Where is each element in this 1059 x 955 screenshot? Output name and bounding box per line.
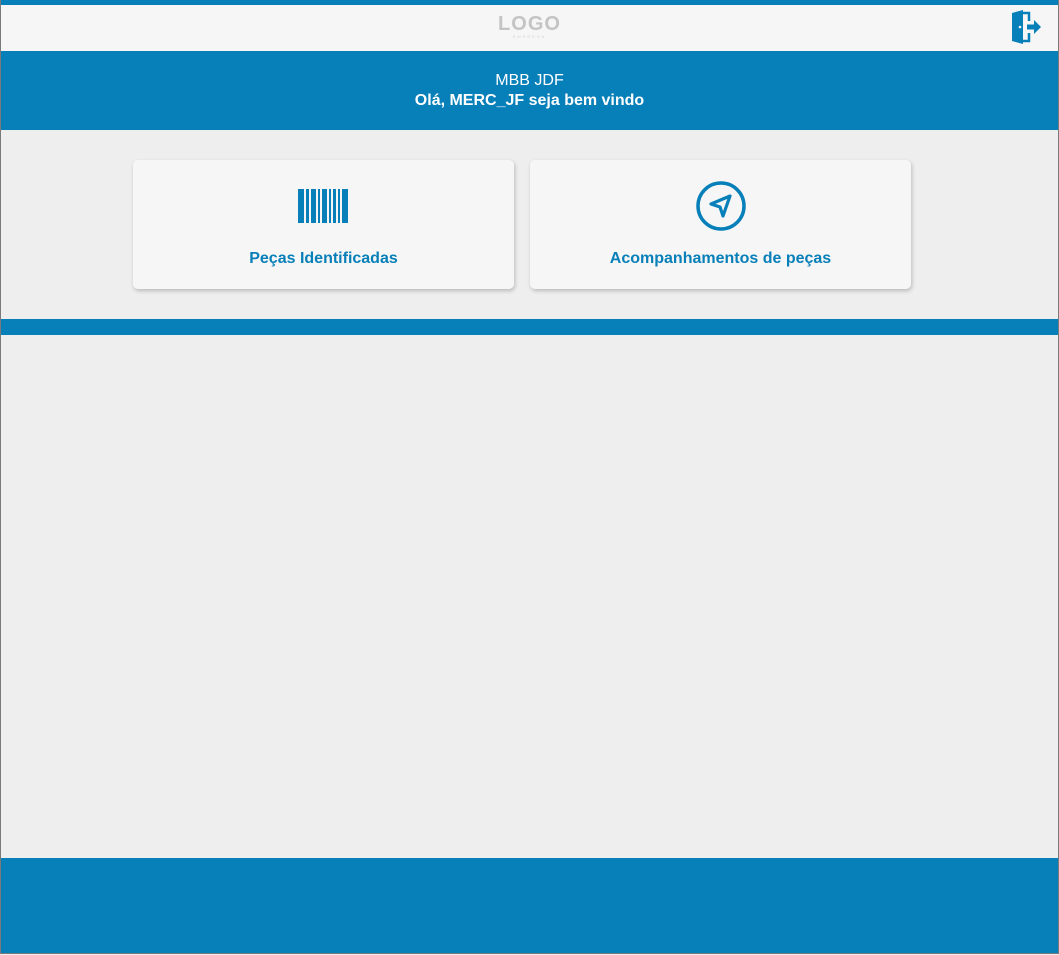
app-frame: LOGO EMPRESA MBB JDF Olá, MERC_JF seja b… [0, 0, 1059, 954]
organization-name: MBB JDF [495, 72, 564, 89]
footer-bar [1, 858, 1058, 953]
identified-parts-card[interactable]: Peças Identificadas [133, 160, 514, 289]
welcome-banner: MBB JDF Olá, MERC_JF seja bem vindo [1, 51, 1058, 130]
top-bar: LOGO EMPRESA [1, 5, 1058, 51]
logout-door-icon [1012, 10, 1041, 44]
divider-stripe [1, 319, 1058, 335]
parts-tracking-card[interactable]: Acompanhamentos de peças [530, 160, 911, 289]
navigation-arrow-icon [695, 181, 746, 231]
logo-subtext: EMPRESA [512, 34, 547, 39]
logo: LOGO [498, 13, 561, 35]
parts-tracking-label: Acompanhamentos de peças [609, 250, 832, 267]
logout-button[interactable] [1010, 10, 1044, 44]
welcome-message: Olá, MERC_JF seja bem vindo [414, 92, 645, 109]
barcode-icon [297, 189, 348, 223]
identified-parts-label: Peças Identificadas [249, 250, 398, 267]
